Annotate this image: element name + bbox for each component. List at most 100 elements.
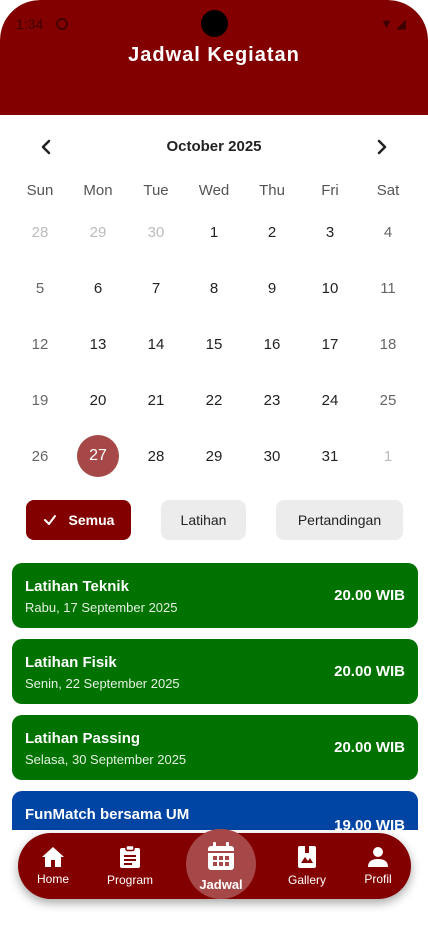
calendar-day-selected[interactable]: 27 [69, 434, 127, 478]
nav-jadwal-label: Jadwal [199, 876, 243, 892]
event-time: 20.00 WIB [334, 587, 405, 604]
event-title: Latihan Passing [25, 730, 141, 747]
event-date: Rabu, 17 September 2025 [25, 600, 178, 615]
calendar-day[interactable]: 3 [301, 210, 359, 254]
calendar-icon [206, 841, 236, 871]
status-time: 1:34 [16, 16, 44, 32]
calendar-day[interactable]: 23 [243, 378, 301, 422]
calendar-day[interactable]: 18 [359, 322, 417, 366]
calendar-day[interactable]: 29 [185, 434, 243, 478]
event-card[interactable]: Latihan Passing Selasa, 30 September 202… [12, 715, 418, 780]
event-card[interactable]: Latihan Teknik Rabu, 17 September 2025 2… [12, 563, 418, 628]
calendar-week: 19 20 21 22 23 24 25 [11, 372, 417, 428]
nav-program-label: Program [106, 873, 153, 887]
alarm-icon [56, 18, 68, 30]
check-icon [43, 513, 57, 527]
calendar-day[interactable]: 12 [11, 322, 69, 366]
calendar-day[interactable]: 29 [69, 210, 127, 254]
event-time: 20.00 WIB [334, 739, 405, 756]
calendar-day[interactable]: 28 [127, 434, 185, 478]
page-title: Jadwal Kegiatan [128, 44, 300, 66]
signal-icon: ◢ [396, 16, 406, 31]
weekday-label: Wed [198, 182, 230, 199]
calendar-week: 12 13 14 15 16 17 18 [11, 316, 417, 372]
calendar-day[interactable]: 22 [185, 378, 243, 422]
event-card[interactable]: FunMatch bersama UM 19.00 WIB [12, 791, 418, 830]
calendar-day[interactable]: 30 [243, 434, 301, 478]
calendar-grid: 28 29 30 1 2 3 4 5 6 7 8 9 10 11 12 13 1… [11, 204, 417, 484]
filter-match-chip[interactable]: Pertandingan [276, 500, 403, 540]
nav-profil[interactable]: Profil [343, 833, 413, 899]
calendar-day[interactable]: 20 [69, 378, 127, 422]
event-time: 20.00 WIB [334, 663, 405, 680]
calendar-day[interactable]: 6 [69, 266, 127, 310]
calendar-day[interactable]: 31 [301, 434, 359, 478]
filter-training-label: Latihan [180, 512, 227, 528]
calendar-week: 26 27 28 29 30 31 1 [11, 428, 417, 484]
nav-gallery[interactable]: Gallery [272, 833, 342, 899]
filter-training-chip[interactable]: Latihan [161, 500, 246, 540]
calendar-day[interactable]: 19 [11, 378, 69, 422]
weekday-label: Sun [26, 182, 54, 199]
nav-home-label: Home [36, 872, 69, 886]
calendar-week: 5 6 7 8 9 10 11 [11, 260, 417, 316]
weekday-label: Thu [259, 182, 285, 199]
calendar-day[interactable]: 5 [11, 266, 69, 310]
nav-program[interactable]: Program [95, 833, 165, 899]
weekday-label: Fri [321, 182, 339, 199]
status-icons: ▼ ◢ [380, 16, 406, 32]
calendar-day[interactable]: 1 [185, 210, 243, 254]
filter-all-label: Semua [68, 512, 115, 528]
weekday-label: Mon [83, 182, 113, 199]
filter-match-label: Pertandingan [297, 512, 382, 528]
clipboard-icon [119, 845, 141, 869]
app-screen: 1:34 ▼ ◢ Jadwal Kegiatan October 2025 Su… [0, 0, 428, 926]
calendar-day[interactable]: 25 [359, 378, 417, 422]
calendar-day[interactable]: 24 [301, 378, 359, 422]
event-date: Selasa, 30 September 2025 [25, 752, 187, 767]
weekday-label: Tue [143, 182, 169, 199]
weekday-row: Sun Mon Tue Wed Thu Fri Sat [11, 182, 417, 199]
weekday-label: Sat [376, 182, 400, 199]
camera-cutout [201, 10, 228, 37]
filter-all-chip[interactable]: Semua [26, 500, 131, 540]
calendar-day[interactable]: 4 [359, 210, 417, 254]
calendar-day[interactable]: 28 [11, 210, 69, 254]
calendar-day[interactable]: 16 [243, 322, 301, 366]
calendar-day[interactable]: 30 [127, 210, 185, 254]
calendar-day[interactable]: 15 [185, 322, 243, 366]
app-header: 1:34 ▼ ◢ Jadwal Kegiatan [0, 0, 428, 115]
event-time: 19.00 WIB [334, 817, 405, 830]
event-title: Latihan Teknik [25, 578, 129, 595]
filter-bar: Semua Latihan Pertandingan [0, 500, 428, 540]
calendar-day[interactable]: 26 [11, 434, 69, 478]
nav-profil-label: Profil [364, 872, 392, 886]
person-icon [367, 846, 389, 868]
calendar-day[interactable]: 8 [185, 266, 243, 310]
event-list: Latihan Teknik Rabu, 17 September 2025 2… [12, 563, 418, 830]
wifi-icon: ▼ [380, 16, 393, 31]
calendar-day[interactable]: 11 [359, 266, 417, 310]
nav-gallery-label: Gallery [287, 873, 326, 887]
bottom-nav: Home Program Jadwal Gallery Profil [18, 829, 413, 899]
nav-jadwal[interactable]: Jadwal [186, 829, 256, 899]
calendar-day[interactable]: 21 [127, 378, 185, 422]
nav-home[interactable]: Home [18, 833, 88, 899]
calendar-header: October 2025 [0, 132, 428, 162]
calendar-day[interactable]: 1 [359, 434, 417, 478]
calendar-day[interactable]: 10 [301, 266, 359, 310]
calendar-day[interactable]: 2 [243, 210, 301, 254]
home-icon [41, 846, 65, 868]
event-date: Senin, 22 September 2025 [25, 676, 180, 691]
event-card[interactable]: Latihan Fisik Senin, 22 September 2025 2… [12, 639, 418, 704]
calendar-day[interactable]: 14 [127, 322, 185, 366]
event-title: FunMatch bersama UM [25, 806, 190, 823]
chevron-right-icon[interactable] [370, 132, 394, 162]
calendar-day[interactable]: 9 [243, 266, 301, 310]
calendar-day[interactable]: 17 [301, 322, 359, 366]
month-label: October 2025 [166, 138, 262, 155]
calendar-week: 28 29 30 1 2 3 4 [11, 204, 417, 260]
calendar-day[interactable]: 13 [69, 322, 127, 366]
selected-day-label: 27 [77, 435, 119, 477]
calendar-day[interactable]: 7 [127, 266, 185, 310]
